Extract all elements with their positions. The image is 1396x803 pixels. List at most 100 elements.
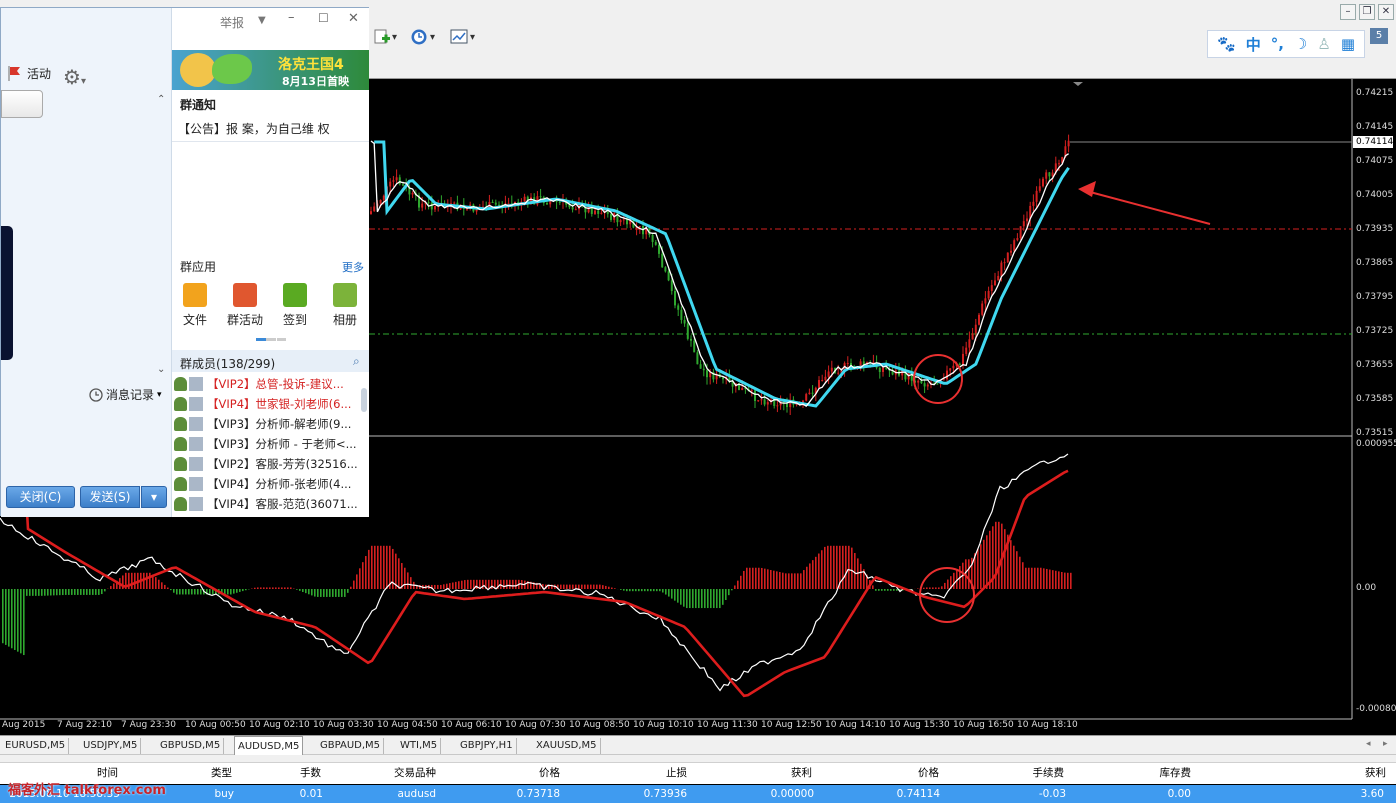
minimize-chat-icon[interactable]: – [288,10,295,25]
close-chat-button[interactable]: 关闭(C) [6,486,75,508]
activity-label: 活动 [27,66,52,81]
cell-lots: 0.01 [299,788,323,800]
col-commission[interactable]: 手续费 [1033,763,1065,783]
member-name: 【VIP3】分析师 - 于老师<... [207,437,357,451]
member-list-item[interactable]: 【VIP4】世家银-刘老师(6... [174,394,364,414]
member-status-icon [174,377,187,391]
qq-group-chat-window[interactable]: 活动 ⚙▾ ⌃ ⌄ 消息记录 ▾ 关闭(C) 发送(S) ▾ 举报 ▼ – ☐ ✕… [0,7,369,517]
restore-button[interactable]: ❐ [1359,4,1375,20]
notification-badge: 5 [1370,28,1388,44]
time-axis-label: 10 Aug 00:50 [185,720,246,730]
flag-icon [8,66,20,81]
maximize-chat-icon[interactable]: ☐ [318,11,329,25]
history-label: 消息记录 [106,388,155,402]
member-name: 【VIP2】总管-投诉-建议... [207,377,344,391]
app-checkin[interactable]: 签到 [275,283,315,328]
price-axis-label: 0.74005 [1356,190,1394,200]
toolbar-tab[interactable] [1,90,43,118]
price-axis-label: 0.74145 [1356,122,1394,132]
col-open-price[interactable]: 价格 [539,763,560,783]
scroll-tabs-right[interactable]: ▸ [1383,739,1388,749]
punctuation-icon[interactable]: °, [1271,35,1284,53]
tab-xauusd[interactable]: XAUUSD,M5 [533,738,601,754]
chinese-mode-icon[interactable]: 中 [1246,34,1261,55]
tab-usdjpy[interactable]: USDJPY,M5 [80,738,142,754]
col-take-profit[interactable]: 获利 [791,763,812,783]
price-axis-label: 0.73515 [1356,428,1394,438]
col-type[interactable]: 类型 [211,763,232,783]
time-axis-label: 10 Aug 06:10 [441,720,502,730]
paw-icon[interactable]: 🐾 [1217,35,1236,53]
search-icon[interactable]: ⌕ [353,354,360,369]
member-list-item[interactable]: 【VIP2】总管-投诉-建议... [174,374,364,394]
col-profit[interactable]: 获利 [1365,763,1386,783]
report-dropdown-icon[interactable]: ▼ [258,15,266,26]
user-icon[interactable]: ♙ [1317,35,1330,53]
send-button[interactable]: 发送(S) [80,486,140,508]
clock-history-icon [89,387,103,402]
ad-banner[interactable]: 洛克王国4 8月13日首映 [172,50,369,90]
member-list-item[interactable]: 【VIP4】分析师-张老师(4... [174,474,364,494]
tab-eurusd[interactable]: EURUSD,M5 [2,738,70,754]
app-files[interactable]: 文件 [175,283,215,328]
member-name: 【VIP2】客服-芳芳(32516... [207,457,358,471]
col-current-price[interactable]: 价格 [918,763,939,783]
tab-audusd[interactable]: AUDUSD,M5 [234,736,304,755]
settings-gear-icon[interactable]: ⚙▾ [63,65,86,89]
report-link[interactable]: 举报 [220,14,244,31]
tab-gbpusd[interactable]: GBPUSD,M5 [157,738,225,754]
scroll-tabs-left[interactable]: ◂ [1366,739,1371,749]
clock-icon [411,29,427,45]
member-list-item[interactable]: 【VIP3】分析师 - 于老师<... [174,434,364,454]
trade-row[interactable]: 2015.08.10 18:58:35 buy 0.01 audusd 0.73… [0,785,1396,803]
member-list-item[interactable]: 【VIP3】分析师-解老师(9... [174,414,364,434]
collapse-up-icon[interactable]: ⌃ [157,94,165,105]
collapse-down-icon[interactable]: ⌄ [157,364,165,375]
watermark: 福客外汇 talkforex.com [8,783,166,798]
time-axis-label: 10 Aug 04:50 [377,720,438,730]
apps-more-link[interactable]: 更多 [342,259,364,275]
tab-gbpaud[interactable]: GBPAUD,M5 [317,738,385,754]
price-axis-label: 0.73585 [1356,394,1394,404]
cell-take-profit: 0.00000 [770,788,814,800]
activity-button[interactable]: 活动 [5,64,51,82]
minimize-button[interactable]: – [1340,4,1356,20]
price-axis-label: 0.73795 [1356,292,1394,302]
app-album[interactable]: 相册 [325,283,365,328]
col-stop-loss[interactable]: 止损 [666,763,687,783]
splitter[interactable] [0,755,1396,762]
time-axis-label: 7 Aug 22:10 [57,720,112,730]
send-options-dropdown[interactable]: ▾ [141,486,167,508]
templates-button[interactable]: ▾ [450,26,475,48]
new-order-button[interactable]: ▾ [374,26,397,48]
close-chat-icon[interactable]: ✕ [348,11,359,26]
member-avatar [189,497,203,511]
ime-toolbar[interactable]: 🐾 中 °, ☽ ♙ ▦ [1207,30,1365,58]
col-symbol[interactable]: 交易品种 [394,763,436,783]
member-scrollbar[interactable] [361,388,367,412]
member-status-icon [174,457,187,471]
notice-text[interactable]: 【公告】报 案，为自己维 权 [178,120,330,137]
tab-gbpjpy[interactable]: GBPJPY,H1 [457,738,517,754]
time-axis-label: Aug 2015 [2,720,46,730]
close-window-button[interactable]: ✕ [1378,4,1394,20]
moon-icon[interactable]: ☽ [1294,35,1307,53]
tab-wti[interactable]: WTI,M5 [397,738,442,754]
grid-icon[interactable]: ▦ [1341,35,1355,53]
member-avatar [189,377,203,391]
cell-stop-loss: 0.73936 [643,788,687,800]
current-price-label: 0.74114 [1356,137,1394,147]
member-name: 【VIP4】世家银-刘老师(6... [207,397,352,411]
apps-pager[interactable] [256,338,286,341]
member-list-item[interactable]: 【VIP4】客服-范范(36071... [174,494,364,514]
col-swap[interactable]: 库存费 [1160,763,1192,783]
cell-commission: -0.03 [1038,788,1066,800]
divider [172,141,369,142]
member-list-item[interactable]: 【VIP2】客服-芳芳(32516... [174,454,364,474]
message-history-button[interactable]: 消息记录 ▾ [89,386,162,403]
periodicity-button[interactable]: ▾ [410,26,435,48]
col-lots[interactable]: 手数 [300,763,321,783]
macd-axis-top: 0.000955 [1356,439,1396,449]
album-icon [333,283,357,307]
app-activity[interactable]: 群活动 [225,283,265,328]
